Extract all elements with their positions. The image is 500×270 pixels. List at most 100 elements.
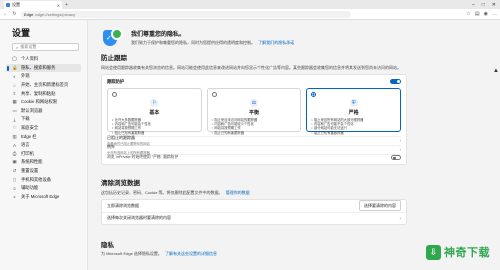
sidebar-item[interactable]: ⌂ 开始、主页和新建标签页 <box>6 81 81 90</box>
privacy-section-title: 隐私 <box>101 241 114 249</box>
sidebar-item-label: 开始、主页和新建标签页 <box>21 82 69 88</box>
clear-data-card: 立即清除浏览数据 选择要清除的内容 选择每次关闭浏览器时要清除的内容 › <box>101 198 407 225</box>
sidebar-item-label: 下载 <box>21 116 30 122</box>
blocked-trackers-row[interactable]: 已阻止的跟踪器 查看我们已阻止跟踪你的网站 › <box>107 135 401 146</box>
banner-text: 我们致力于保护和尊重您的隐私，同时为您提供应得的透明度和控制。 了解我们的隐私承… <box>131 40 294 46</box>
search-input[interactable]: ⌕ 搜索设置 <box>12 43 79 51</box>
sidebar-item[interactable]: ↺ 重置设置 <box>6 167 81 176</box>
privacy-commitment-link[interactable]: 了解我们的隐私承诺 <box>258 40 294 45</box>
collections-icon[interactable]: ▤ <box>475 11 480 17</box>
sidebar-item-label: 关于 Microsoft Edge <box>21 193 60 199</box>
tab-settings[interactable]: 设置 ✕ <box>4 1 62 9</box>
tracking-level-card[interactable]: ⛨ 严格阻止来自所有网站的大部分跟踪器内容和广告可能不会个性化部分网站可能无法运行… <box>306 87 402 135</box>
tracking-level-radio[interactable] <box>112 91 117 97</box>
exceptions-row[interactable]: 例外 允许所选网站上的所有跟踪器 › <box>107 144 401 155</box>
tracking-prevention-toggle[interactable] <box>390 78 401 85</box>
scroll-up-arrow-icon[interactable]: ▲ <box>493 68 499 74</box>
search-placeholder: 搜索设置 <box>20 44 37 49</box>
sidebar-item-label: 家庭安全 <box>21 125 39 131</box>
close-window-icon[interactable]: ✕ <box>492 2 496 8</box>
sidebar-item-label: 外观 <box>21 73 30 79</box>
clear-data-title: 清除浏览数据 <box>101 179 140 187</box>
sidebar-item-label: 系统和性能 <box>21 159 43 165</box>
clear-on-close-row[interactable]: 选择每次关闭浏览器时要清除的内容 › <box>102 211 406 224</box>
inprivate-strict-toggle[interactable] <box>391 155 401 160</box>
tracking-level-bullets: 阻止来自未访问网站的跟踪器内容和广告可能较少个性化网站将按预期工作阻止已知有害跟… <box>212 118 297 136</box>
sidebar-item[interactable]: ▭ 默认浏览器 <box>6 107 81 116</box>
tracking-level-icon: ⛨ <box>349 98 358 107</box>
watermark-text: 神奇下载 <box>444 247 490 259</box>
tracking-level-bullet: 阻止已知有害跟踪器 <box>112 131 197 135</box>
sidebar-list: ◯ 个人资料 🔒 隐私、搜索和服务 ◐ 外观 ⌂ 开始、主页和新建标签页 ⇪ 共享、复制和粘贴 ▦ C… <box>6 55 81 201</box>
sidebar-item[interactable]: ◐ 外观 <box>6 72 81 81</box>
family-icon: ♡ <box>12 125 17 131</box>
back-icon[interactable]: ← <box>3 11 8 17</box>
chevron-right-icon: › <box>399 215 402 221</box>
sidebar-item[interactable]: ⎙ 打印机 <box>6 150 81 159</box>
choose-what-to-clear-button[interactable]: 选择要清除的内容 <box>359 200 401 211</box>
profile-icon: ◯ <box>12 56 18 62</box>
scrollbar[interactable]: ▲ <box>488 20 500 270</box>
tab-strip: 设置 ✕ + – □ ✕ <box>0 0 500 9</box>
lock-icon: 🔒 <box>12 64 18 70</box>
clear-data-description: 这包括历史记录、密码、Cookie 等。将仅删除此配置文件中的数据。 <box>101 189 223 195</box>
sidebar-item-label: Edge 栏 <box>21 133 37 139</box>
sidebar-item[interactable]: ▥ Edge 栏 <box>6 132 81 141</box>
sidebar-item[interactable]: 🔒 隐私、搜索和服务 <box>6 63 81 73</box>
sidebar-item-label: 共享、复制和粘贴 <box>21 90 56 96</box>
globe-icon <box>111 28 123 40</box>
profile-avatar-icon[interactable]: ◉ <box>484 11 488 17</box>
language-icon: A <box>12 142 16 148</box>
privacy-content: ✓ 我们尊重您的隐私。 我们致力于保护和尊重您的隐私，同时为您提供应得的透明度和… <box>101 20 407 257</box>
sidebar-item[interactable]: ◒ 关于 Microsoft Edge <box>6 193 81 202</box>
tracking-level-icon: ⚐ <box>150 98 159 107</box>
sidebar-item[interactable]: ▯ 手机和其他设备 <box>6 175 81 184</box>
accessibility-icon: ☺ <box>12 185 17 191</box>
settings-main: ✓ 我们尊重您的隐私。 我们致力于保护和尊重您的隐私，同时为您提供应得的透明度和… <box>88 20 500 270</box>
minimize-icon[interactable]: – <box>472 2 475 8</box>
privacy-description-row: 为 Microsoft Edge 选择隐私设置。 了解有关这些设置的详细信息 <box>101 251 407 257</box>
maximize-icon[interactable]: □ <box>482 2 485 8</box>
tracking-level-name: 严格 <box>348 109 359 116</box>
tracking-level-card[interactable]: ⚖ 平衡阻止来自未访问网站的跟踪器内容和广告可能较少个性化网站将按预期工作阻止已知… <box>206 87 302 135</box>
inprivate-strict-row: 浏览 InPrivate 时始终使用 "严格" 跟踪防护 <box>107 153 401 161</box>
cookie-icon: ▦ <box>12 99 17 105</box>
favorites-star-icon[interactable]: ☆ <box>466 11 470 17</box>
clear-data-description-row: 这包括历史记录、密码、Cookie 等。将仅删除此配置文件中的数据。 管理你的数… <box>101 190 407 196</box>
sidebar-item[interactable]: ◯ 个人资料 <box>6 55 81 64</box>
reset-icon: ↺ <box>12 168 17 174</box>
tracking-level-bullets: 允许大多数跟踪器内容和广告可能会个性化网站将按预期工作阻止已知有害跟踪器 <box>112 118 197 136</box>
close-tab-icon[interactable]: ✕ <box>57 3 60 8</box>
home-icon: ⌂ <box>13 82 16 88</box>
tracking-level-name: 平衡 <box>249 109 260 116</box>
more-menu-icon[interactable]: … <box>492 11 497 17</box>
settings-sidebar: 设置 ⌕ 搜索设置 ◯ 个人资料 🔒 隐私、搜索和服务 ◐ 外观 ⌂ 开始、主页和新建标签页 ⇪… <box>0 20 88 270</box>
sidebar-item[interactable]: ⤓ 下载 <box>6 115 81 124</box>
sidebar-item-label: 重置设置 <box>21 168 39 174</box>
search-icon: ⌕ <box>16 44 19 50</box>
new-tab-icon[interactable]: + <box>65 2 68 8</box>
refresh-icon[interactable]: ↻ <box>12 11 17 17</box>
address-bar[interactable]: Edge edge://settings/privacy <box>21 10 351 18</box>
sidebar-item[interactable]: ▦ Cookie 和网站权限 <box>6 98 81 107</box>
url-scheme: Edge <box>24 11 34 17</box>
manage-data-link[interactable]: 管理你的数据 <box>226 190 250 195</box>
sidebar-item[interactable]: ▣ 系统和性能 <box>6 158 81 167</box>
tracking-level-card[interactable]: ⚐ 基本允许大多数跟踪器内容和广告可能会个性化网站将按预期工作阻止已知有害跟踪器 <box>107 87 202 135</box>
privacy-learn-more-link[interactable]: 了解有关这些设置的详细信息 <box>165 251 217 256</box>
sidebar-item[interactable]: A 语言 <box>6 141 81 150</box>
edge-bar-icon: ▥ <box>12 133 17 139</box>
sidebar-item[interactable]: ⇪ 共享、复制和粘贴 <box>6 89 81 98</box>
sidebar-item-label: 语言 <box>21 142 30 148</box>
sidebar-item[interactable]: ♡ 家庭安全 <box>6 124 81 133</box>
url-path: edge://settings/privacy <box>35 11 76 17</box>
window-controls: – □ ✕ <box>472 2 500 8</box>
sidebar-item[interactable]: ☺ 辅助功能 <box>6 184 81 193</box>
sidebar-item-label: 打印机 <box>21 150 34 156</box>
inprivate-strict-label: 浏览 InPrivate 时始终使用 "严格" 跟踪防护 <box>107 155 179 159</box>
tracking-level-radio[interactable] <box>211 91 217 97</box>
banner-description: 我们致力于保护和尊重您的隐私，同时为您提供应得的透明度和控制。 <box>131 40 255 45</box>
sidebar-item-label: 手机和其他设备 <box>21 176 52 182</box>
tracking-level-radio[interactable] <box>311 91 317 97</box>
watermark-logo: ⇩ <box>426 244 441 260</box>
